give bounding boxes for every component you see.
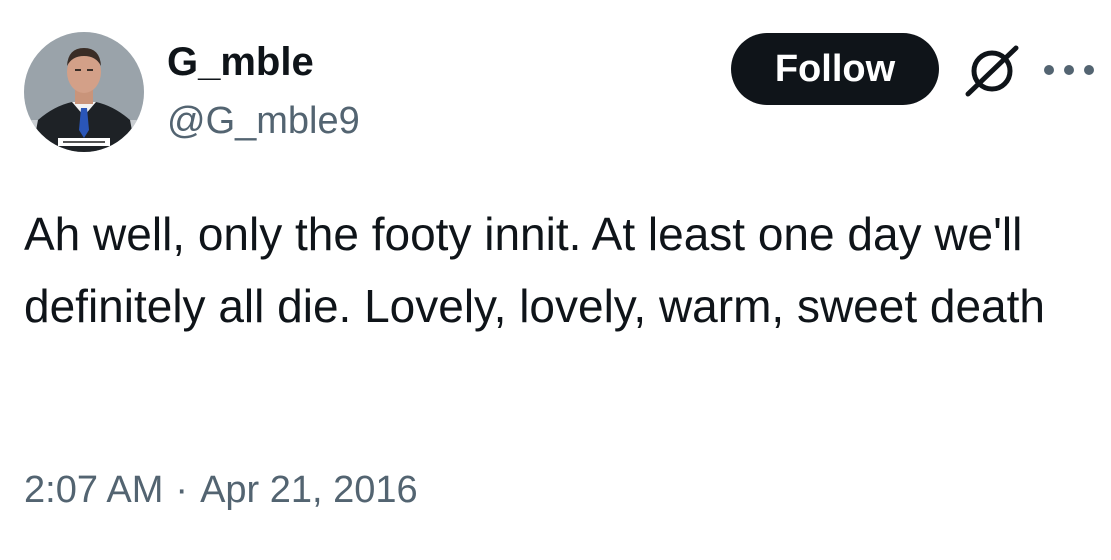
tweet-timestamp[interactable]: 2:07 AM · Apr 21, 2016 bbox=[24, 466, 418, 514]
display-name[interactable]: G_mble bbox=[167, 37, 314, 87]
more-options-icon[interactable] bbox=[1040, 48, 1098, 92]
avatar[interactable] bbox=[24, 32, 144, 152]
avatar-image bbox=[24, 32, 144, 152]
meta-separator: · bbox=[175, 469, 189, 511]
follow-button[interactable]: Follow bbox=[731, 33, 939, 105]
tweet-date: Apr 21, 2016 bbox=[200, 469, 418, 511]
grok-icon[interactable] bbox=[962, 44, 1022, 98]
tweet-text: Ah well, only the footy innit. At least … bbox=[24, 208, 1046, 332]
tweet-time: 2:07 AM bbox=[24, 469, 164, 511]
user-handle[interactable]: @G_mble9 bbox=[167, 97, 360, 145]
